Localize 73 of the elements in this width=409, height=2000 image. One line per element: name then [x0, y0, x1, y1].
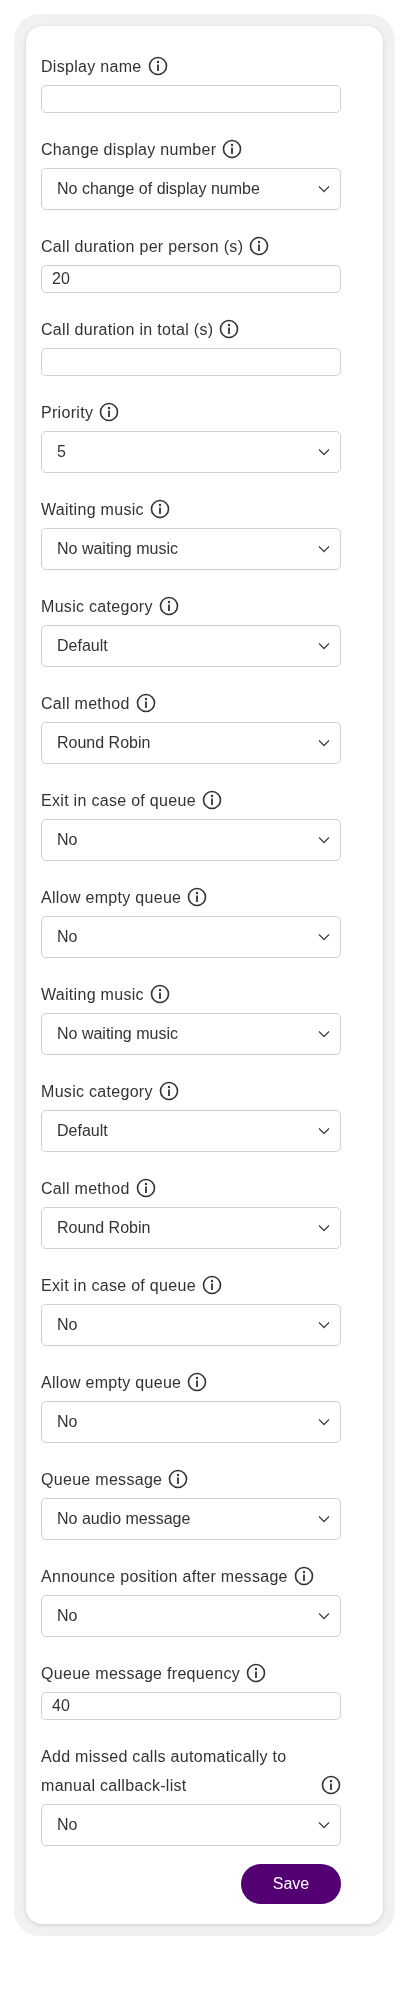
chevron-icon	[318, 933, 330, 941]
input-field[interactable]	[41, 348, 341, 376]
info-icon[interactable]	[135, 1178, 156, 1198]
field-label: Announce position after message	[41, 1567, 288, 1587]
field-label: Waiting music	[41, 985, 144, 1005]
dropdown[interactable]: No	[41, 916, 341, 958]
chevron-icon	[318, 1127, 330, 1135]
chevron-icon	[318, 448, 330, 456]
field-label: Waiting music	[41, 500, 144, 520]
dropdown[interactable]: No waiting music	[41, 528, 341, 570]
chevron-icon	[318, 1030, 330, 1038]
chevron-icon	[318, 1224, 330, 1232]
info-icon[interactable]	[147, 56, 168, 76]
info-icon[interactable]	[187, 1372, 208, 1392]
info-icon[interactable]	[249, 236, 270, 256]
field-label: Allow empty queue	[41, 888, 182, 908]
input-field[interactable]: 20	[41, 265, 341, 293]
dropdown[interactable]: Round Robin	[41, 1207, 341, 1249]
info-icon[interactable]	[135, 693, 156, 713]
chevron-icon	[318, 1515, 330, 1523]
info-icon[interactable]	[201, 790, 222, 810]
field-label: Call method	[41, 1179, 130, 1199]
chevron-icon	[318, 545, 330, 553]
field-label: Music category	[41, 597, 153, 617]
field-label: Priority	[41, 403, 94, 423]
chevron-icon	[318, 1821, 330, 1829]
field-label: Add missed calls automatically to manual callback-list	[41, 1747, 288, 1796]
field-label: Display name	[41, 57, 142, 77]
dropdown[interactable]: Default	[41, 1110, 341, 1152]
chevron-icon	[318, 642, 330, 650]
field-label: Music category	[41, 1082, 153, 1102]
info-icon[interactable]	[158, 1081, 179, 1101]
info-icon[interactable]	[168, 1469, 189, 1489]
info-icon[interactable]	[201, 1275, 222, 1295]
info-icon[interactable]	[246, 1663, 267, 1683]
field-label: Allow empty queue	[41, 1373, 182, 1393]
chevron-icon	[318, 836, 330, 844]
dropdown[interactable]: Default	[41, 625, 341, 667]
field-label: Change display number	[41, 140, 217, 160]
field-label: Queue message	[41, 1470, 163, 1490]
info-icon[interactable]	[99, 402, 120, 422]
chevron-icon	[318, 1321, 330, 1329]
info-icon[interactable]	[187, 887, 208, 907]
chevron-icon	[318, 1418, 330, 1426]
input-field[interactable]	[41, 85, 341, 113]
chevron-icon	[318, 185, 330, 193]
dropdown[interactable]: No waiting music	[41, 1013, 341, 1055]
save-button[interactable]: Save	[241, 1864, 341, 1904]
field-label: Exit in case of queue	[41, 791, 196, 811]
field-label: Call duration per person (s)	[41, 237, 244, 257]
info-icon[interactable]	[219, 319, 240, 339]
dropdown[interactable]: No change of display numbe	[41, 168, 341, 210]
chevron-icon	[318, 1612, 330, 1620]
dropdown[interactable]: 5	[41, 431, 341, 473]
field-label: Queue message frequency	[41, 1664, 241, 1684]
dropdown[interactable]: No	[41, 819, 341, 861]
dropdown[interactable]: Round Robin	[41, 722, 341, 764]
dropdown[interactable]: No	[41, 1401, 341, 1443]
info-icon[interactable]	[293, 1566, 314, 1586]
info-icon[interactable]	[158, 596, 179, 616]
field-label: Exit in case of queue	[41, 1276, 196, 1296]
info-icon[interactable]	[149, 499, 170, 519]
field-label: Call duration in total (s)	[41, 320, 214, 340]
field-label: Call method	[41, 694, 130, 714]
dropdown[interactable]: No audio message	[41, 1498, 341, 1540]
input-field[interactable]: 40	[41, 1692, 341, 1720]
dropdown[interactable]: No	[41, 1595, 341, 1637]
dropdown[interactable]: No	[41, 1804, 341, 1846]
info-icon[interactable]	[222, 139, 243, 159]
info-icon[interactable]	[321, 1775, 341, 1795]
info-icon[interactable]	[149, 984, 170, 1004]
dropdown[interactable]: No	[41, 1304, 341, 1346]
chevron-icon	[318, 739, 330, 747]
